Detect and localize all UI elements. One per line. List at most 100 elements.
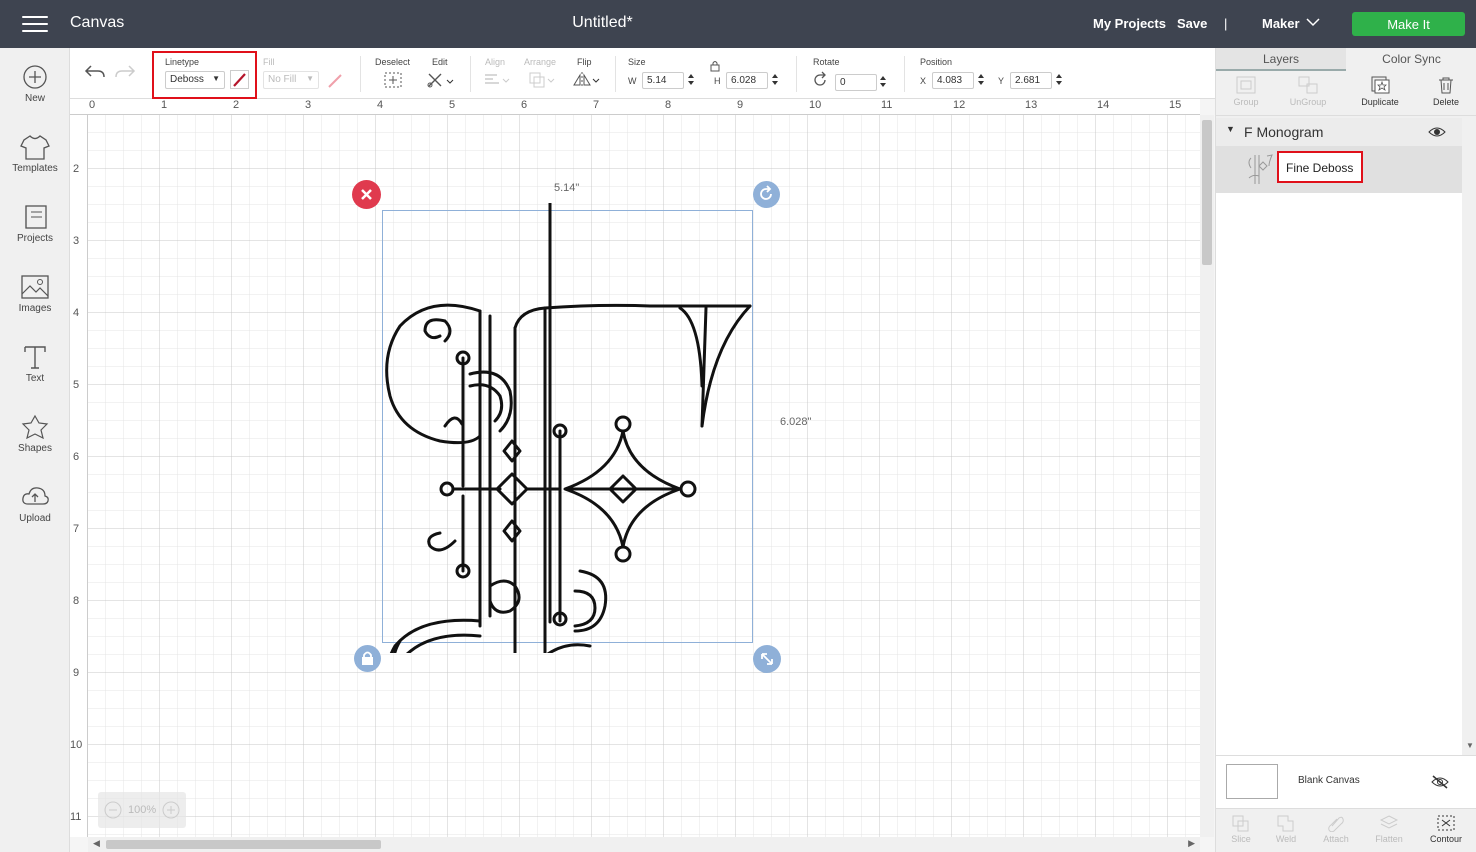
redo-icon[interactable] [114,62,136,80]
width-dimension-label: 5.14" [554,182,580,194]
dropdown-arrow-icon: ▼ [306,74,314,83]
toolbar-divider [360,56,361,92]
ungroup-button[interactable]: UnGroup [1278,75,1338,107]
x-axis-label: X [920,76,927,86]
flatten-label: Flatten [1375,834,1403,844]
delete-handle[interactable] [352,180,381,209]
layer-item-fine-deboss[interactable]: Fine Deboss [1216,146,1462,193]
layer-thumbnail [1248,154,1273,184]
ruler-tick-label: 3 [73,235,80,247]
attach-button[interactable]: Attach [1311,814,1361,844]
canvas-horizontal-scrollbar[interactable]: ◀ ▶ [88,837,1200,852]
duplicate-button[interactable]: Duplicate [1350,75,1410,107]
bottom-tools: Slice Weld Attach Flatten Contour [1216,808,1476,852]
eye-hidden-icon[interactable] [1430,774,1450,790]
layer-group-f-monogram[interactable]: ▼ F Monogram [1216,118,1462,146]
weld-button[interactable]: Weld [1261,814,1311,844]
width-stepper[interactable] [687,73,695,87]
sidebar-item-projects[interactable]: Projects [0,204,70,264]
shapes-icon [21,414,49,440]
height-input[interactable]: 6.028 [726,72,768,89]
make-it-button[interactable]: Make It [1352,12,1465,36]
sidebar-item-shapes[interactable]: Shapes [0,414,70,474]
caret-down-icon[interactable]: ▼ [1226,124,1235,134]
edit-scissors-icon[interactable] [426,71,456,89]
contour-icon [1437,815,1455,831]
contour-button[interactable]: Contour [1421,814,1471,844]
chevron-down-icon[interactable] [1306,17,1320,27]
slice-button[interactable]: Slice [1216,814,1266,844]
zoom-out-icon[interactable] [103,800,123,820]
rotate-stepper[interactable] [879,75,887,89]
zoom-level: 100% [128,804,157,816]
position-x-stepper[interactable] [977,73,985,87]
highlight-linetype [152,51,257,99]
tab-color-sync[interactable]: Color Sync [1346,48,1476,71]
image-icon [21,275,49,299]
ruler-tick-label: 7 [73,523,80,535]
width-input[interactable]: 5.14 [642,72,684,89]
group-button[interactable]: Group [1216,75,1276,107]
ruler-tick-label: 6 [521,99,528,111]
align-icon[interactable] [483,72,513,88]
tab-layers[interactable]: Layers [1216,48,1346,71]
toolbar-divider [470,56,471,92]
sidebar-item-text[interactable]: Text [0,344,70,404]
resize-handle[interactable] [753,645,781,673]
position-x-input[interactable]: 4.083 [932,72,974,89]
f-monogram-design[interactable] [376,203,766,653]
sidebar-label: Images [18,303,52,314]
design-canvas[interactable]: 5.14" 6.028" [70,99,1200,837]
ruler-tick-label: 8 [73,595,80,607]
fill-select[interactable]: No Fill ▼ [263,71,319,89]
machine-selector[interactable]: Maker [1262,16,1300,31]
fill-label: Fill [263,57,275,67]
rotate-input[interactable]: 0 [835,74,877,91]
delete-button[interactable]: Delete [1416,75,1476,107]
ruler-tick-label: 10 [809,99,822,111]
layers-scrollbar[interactable]: ▼ [1462,118,1476,758]
attach-label: Attach [1323,834,1349,844]
edit-label: Edit [432,57,448,67]
rotate-handle[interactable] [753,181,780,208]
position-label: Position [920,57,953,67]
ruler-tick-label: 15 [1169,99,1182,111]
deselect-icon[interactable] [383,71,403,89]
lock-handle[interactable] [354,645,381,672]
blank-canvas-swatch[interactable] [1226,764,1278,799]
scroll-right-icon[interactable]: ▶ [1188,838,1195,849]
sidebar-item-new[interactable]: New [0,64,70,124]
height-stepper[interactable] [771,73,779,87]
flip-icon[interactable] [572,71,602,89]
ruler-tick-label: 5 [449,99,456,111]
canvas-vertical-scrollbar[interactable] [1200,115,1214,837]
cloud-upload-icon [22,487,49,505]
sidebar-item-upload[interactable]: Upload [0,484,70,544]
scroll-thumb[interactable] [1202,120,1212,265]
scroll-left-icon[interactable]: ◀ [93,838,100,849]
edit-toolbar: Linetype Deboss ▼ Fill No Fill ▼ Deselec… [70,48,1215,99]
ruler-tick-label: 7 [593,99,600,111]
undo-icon[interactable] [84,62,106,80]
flatten-button[interactable]: Flatten [1364,814,1414,844]
lock-icon[interactable] [709,59,721,73]
height-axis-label: H [714,76,721,86]
my-projects-link[interactable]: My Projects [1093,16,1166,31]
sidebar-item-templates[interactable]: Templates [0,134,70,194]
scroll-down-icon[interactable]: ▼ [1466,741,1474,750]
delete-label: Delete [1432,97,1459,107]
ruler-tick-label: 2 [233,99,240,111]
deselect-label: Deselect [375,57,411,67]
sidebar-item-images[interactable]: Images [0,274,70,334]
scroll-thumb[interactable] [106,840,381,849]
zoom-in-icon[interactable] [161,800,181,820]
rotate-icon [814,71,826,86]
position-y-input[interactable]: 2.681 [1010,72,1052,89]
eye-icon[interactable] [1428,125,1446,139]
arrange-icon[interactable] [528,71,558,89]
paperclip-icon [1328,816,1344,832]
blank-canvas-row[interactable]: Blank Canvas [1216,755,1476,808]
position-y-stepper[interactable] [1055,73,1063,87]
save-link[interactable]: Save [1177,16,1207,31]
close-icon [361,189,372,200]
